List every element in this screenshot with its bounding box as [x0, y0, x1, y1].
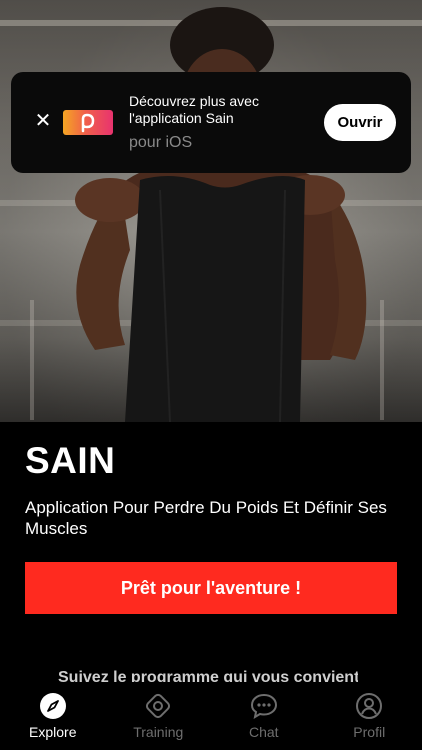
- bottom-tab-bar: Explore Training Chat Profil: [0, 682, 422, 750]
- tab-explore[interactable]: Explore: [0, 682, 106, 750]
- athlete-figure: [75, 7, 367, 422]
- tab-label: Explore: [29, 724, 77, 740]
- app-install-banner: ✕ Découvrez plus avec l'application Sain…: [11, 72, 411, 173]
- sain-logo-glyph: [81, 113, 95, 132]
- tab-label: Chat: [248, 724, 279, 740]
- profile-icon: [355, 692, 383, 720]
- sain-app-icon: [63, 110, 113, 135]
- section-heading-cutoff: Suivez le programme qui vous convient: [58, 669, 358, 683]
- tab-profile[interactable]: Profil: [317, 682, 422, 750]
- compass-icon: [39, 692, 67, 720]
- tab-label: Profil: [353, 724, 386, 740]
- training-icon: [144, 692, 172, 720]
- tab-label: Training: [133, 724, 184, 740]
- banner-title: Découvrez plus avec l'application Sain: [129, 93, 259, 126]
- tab-training[interactable]: Training: [106, 682, 212, 750]
- get-started-button[interactable]: Prêt pour l'aventure !: [25, 562, 397, 614]
- banner-subtitle: pour iOS: [129, 134, 193, 151]
- close-icon[interactable]: ✕: [33, 111, 53, 131]
- open-app-button[interactable]: Ouvrir: [324, 104, 396, 141]
- hero-image: [0, 0, 422, 422]
- tab-chat[interactable]: Chat: [211, 682, 317, 750]
- app-tagline: Application Pour Perdre Du Poids Et Défi…: [25, 498, 387, 538]
- chat-icon: [250, 692, 278, 720]
- app-name-heading: SAIN: [25, 440, 116, 481]
